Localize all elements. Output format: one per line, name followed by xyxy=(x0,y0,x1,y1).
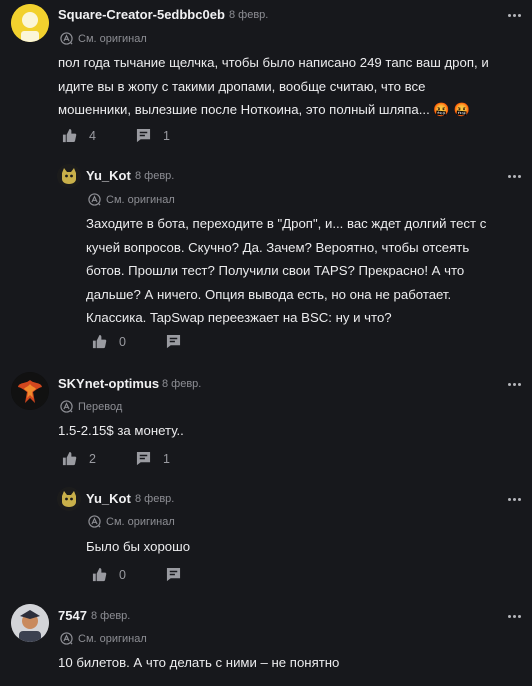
more-options-icon[interactable] xyxy=(508,174,522,180)
comment-text: 10 билетов. А что делать с ними – не пон… xyxy=(58,655,340,670)
username[interactable]: Yu_Kot xyxy=(86,168,131,183)
more-options-icon[interactable] xyxy=(508,614,522,620)
more-options-icon[interactable] xyxy=(508,13,522,19)
user-avatar[interactable] xyxy=(11,372,49,410)
reply-icon xyxy=(136,451,151,466)
comment-text: пол года тычание щелчка, чтобы было напи… xyxy=(58,55,489,117)
translate-icon xyxy=(88,515,101,528)
translate-icon xyxy=(88,193,101,206)
reply-button[interactable] xyxy=(166,334,181,349)
like-count: 2 xyxy=(89,451,96,466)
more-options-icon[interactable] xyxy=(508,497,522,503)
like-button[interactable]: 4 xyxy=(62,128,96,143)
like-count: 4 xyxy=(89,128,96,143)
comment-text: Было бы хорошо xyxy=(86,539,191,554)
reply-icon xyxy=(166,567,181,582)
like-button[interactable]: 0 xyxy=(92,567,126,582)
see-original-link[interactable]: См. оригинал xyxy=(88,515,175,528)
see-original-link[interactable]: См. оригинал xyxy=(60,632,147,645)
translation-link[interactable]: Перевод xyxy=(60,400,122,413)
thumbs-up-icon xyxy=(62,128,77,143)
comment-date: 8 февр. xyxy=(135,493,175,505)
translate-icon xyxy=(60,32,73,45)
comment-date: 8 февр. xyxy=(135,170,175,182)
thumbs-up-icon xyxy=(92,334,107,349)
reply-icon xyxy=(166,334,181,349)
like-count: 0 xyxy=(119,567,126,582)
comment-date: 8 февр. xyxy=(162,378,202,390)
translate-icon xyxy=(60,632,73,645)
more-options-icon[interactable] xyxy=(508,382,522,388)
like-button[interactable]: 2 xyxy=(62,451,96,466)
reply-button[interactable]: 1 xyxy=(136,128,170,143)
reply-icon xyxy=(136,128,151,143)
username[interactable]: SKYnet-optimus xyxy=(58,376,159,391)
thumbs-up-icon xyxy=(62,451,77,466)
translate-icon xyxy=(60,400,73,413)
username[interactable]: Square-Creator-5edbbc0eb xyxy=(58,7,225,22)
user-avatar[interactable] xyxy=(11,604,49,642)
username[interactable]: 7547 xyxy=(58,608,87,623)
comment-text: Заходите в бота, переходите в "Дроп", и.… xyxy=(86,216,487,325)
user-avatar[interactable] xyxy=(57,487,81,511)
reply-button[interactable] xyxy=(166,567,181,582)
see-original-link[interactable]: См. оригинал xyxy=(60,32,147,45)
user-avatar[interactable] xyxy=(11,4,49,42)
comment-date: 8 февр. xyxy=(91,610,131,622)
thumbs-up-icon xyxy=(92,567,107,582)
reply-count: 1 xyxy=(163,128,170,143)
like-button[interactable]: 0 xyxy=(92,334,126,349)
user-avatar[interactable] xyxy=(57,164,81,188)
like-count: 0 xyxy=(119,334,126,349)
comment-text: 1.5-2.15$ за монету.. xyxy=(58,423,184,438)
comment-date: 8 февр. xyxy=(229,9,269,21)
reply-count: 1 xyxy=(163,451,170,466)
see-original-link[interactable]: См. оригинал xyxy=(88,193,175,206)
username[interactable]: Yu_Kot xyxy=(86,491,131,506)
reply-button[interactable]: 1 xyxy=(136,451,170,466)
